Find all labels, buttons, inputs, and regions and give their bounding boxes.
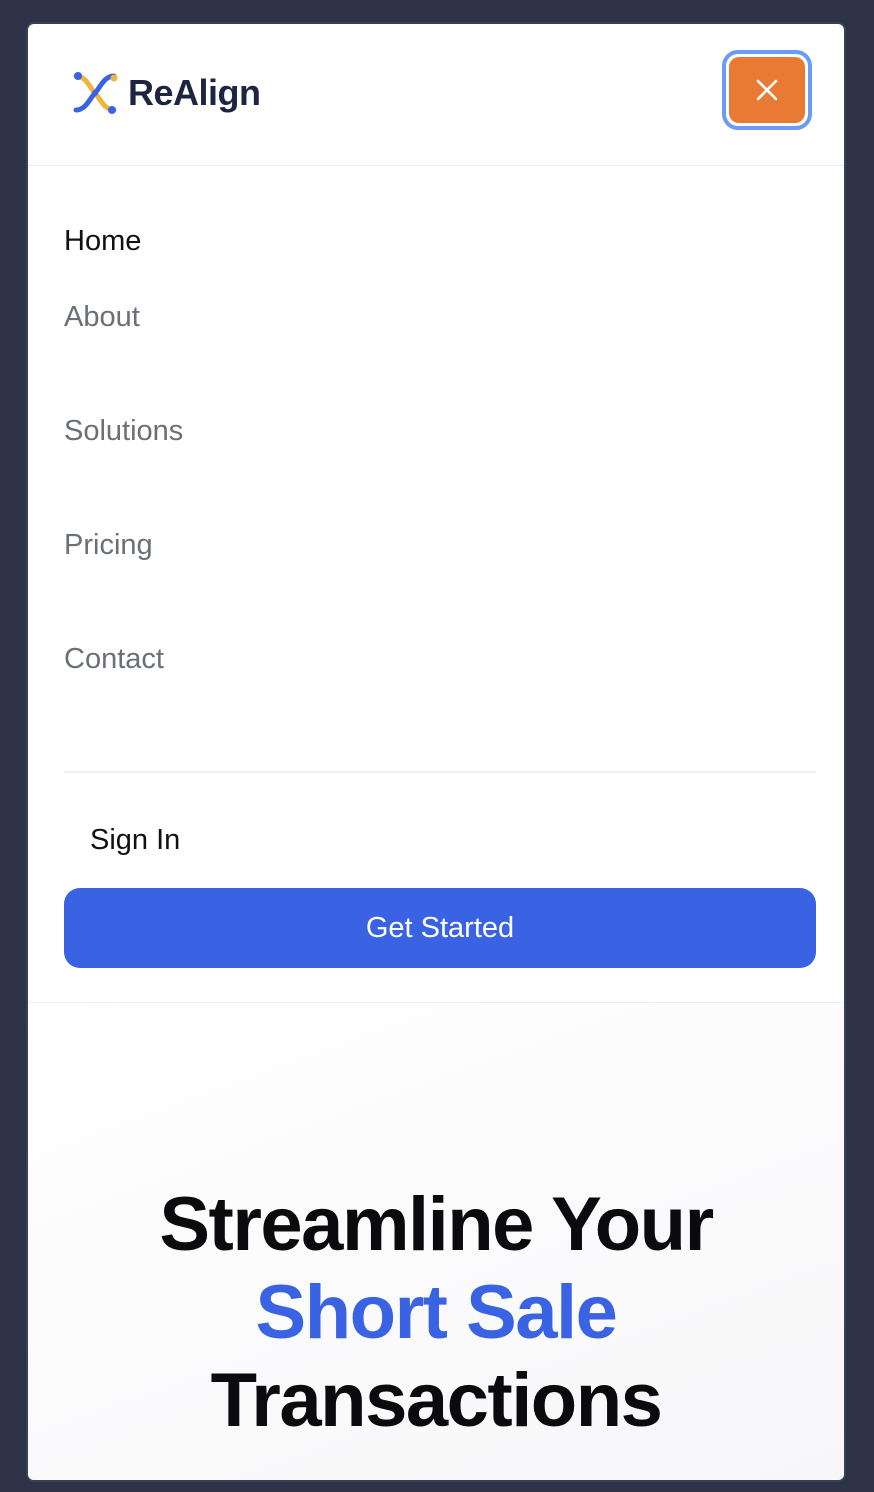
sign-in-link[interactable]: Sign In: [90, 824, 180, 857]
nav-item-about[interactable]: About: [64, 242, 816, 356]
nav-item-contact[interactable]: Contact: [64, 584, 816, 698]
close-button-face: [729, 57, 805, 123]
realign-logo-icon: [73, 72, 118, 114]
nav-item-home[interactable]: Home: [64, 166, 816, 257]
mobile-header: ReAlign: [28, 24, 844, 166]
hero-title-line-3: Transactions: [210, 1358, 663, 1443]
close-icon: [756, 79, 778, 101]
brand-logo[interactable]: ReAlign: [68, 66, 261, 120]
nav-list: Home About Solutions Pricing Contact: [64, 166, 816, 698]
close-menu-button[interactable]: [722, 50, 812, 130]
mobile-nav: Home About Solutions Pricing Contact: [64, 166, 816, 698]
nav-divider: [64, 771, 816, 773]
hero-title: Streamline Your Short Sale Transactions: [28, 1181, 844, 1445]
nav-item-solutions[interactable]: Solutions: [64, 356, 816, 470]
get-started-button[interactable]: Get Started: [64, 888, 816, 968]
brand-name: ReAlign: [128, 72, 261, 113]
app-window: ReAlign Home About Solutions Pricing Con…: [26, 22, 846, 1482]
hero-section: Streamline Your Short Sale Transactions: [28, 1003, 844, 1480]
hero-title-accent: Short Sale: [255, 1270, 618, 1355]
hero-title-line-1: Streamline Your: [159, 1182, 714, 1267]
nav-item-pricing[interactable]: Pricing: [64, 470, 816, 584]
